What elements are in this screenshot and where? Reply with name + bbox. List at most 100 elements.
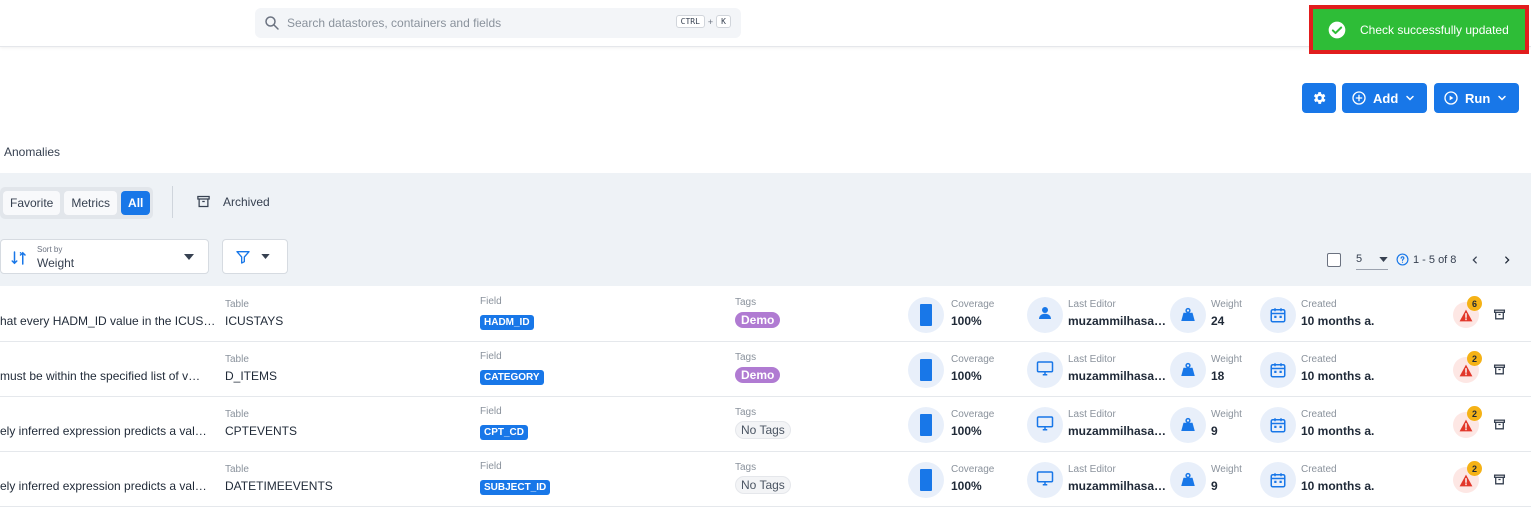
check-circle-icon [1328, 21, 1346, 38]
table-row[interactable]: ely inferred expression predicts a val… … [0, 397, 1531, 452]
check-description: ely inferred expression predicts a val… [0, 479, 207, 493]
weight-header: Weight [1211, 299, 1242, 310]
tag-chip[interactable]: Demo [735, 312, 781, 328]
created-value: 10 months a. [1301, 424, 1375, 438]
editor-value: muzammilhasa… [1068, 369, 1167, 383]
archive-icon[interactable] [1493, 418, 1506, 431]
field-header: Field [480, 296, 502, 307]
coverage-bar-icon [920, 469, 932, 491]
tag-chip[interactable]: No Tags [735, 421, 791, 439]
coverage-header: Coverage [951, 409, 995, 420]
archive-icon [197, 195, 210, 208]
chevron-left-icon[interactable] [1470, 255, 1480, 265]
filter-favorite[interactable]: Favorite [3, 191, 61, 215]
tags-header: Tags [735, 297, 757, 308]
check-description: ely inferred expression predicts a val… [0, 424, 207, 438]
field-tag[interactable]: CATEGORY [480, 370, 544, 385]
weight-value: 9 [1211, 424, 1218, 438]
tag-cell: Demo [735, 366, 781, 384]
global-search[interactable]: CTRL + K [255, 8, 741, 38]
page-range: 1 - 5 of 8 [1413, 253, 1457, 266]
success-toast: Check successfully updated [1313, 9, 1525, 50]
tag-cell: Demo [735, 311, 781, 329]
archived-filter[interactable]: Archived [196, 194, 270, 209]
field-cell: CATEGORY [480, 367, 544, 385]
shortcut-plus: + [707, 16, 714, 27]
coverage-bar-icon [920, 414, 932, 436]
coverage-icon-wrap [908, 462, 944, 498]
editor-value: muzammilhasa… [1068, 479, 1167, 493]
coverage-header: Coverage [951, 354, 995, 365]
help-circle-icon[interactable] [1396, 253, 1409, 266]
per-page-select[interactable]: 5 [1356, 253, 1388, 270]
run-button[interactable]: Run [1434, 83, 1519, 113]
field-cell: HADM_ID [480, 312, 534, 330]
weight-icon-wrap [1170, 352, 1206, 388]
coverage-bar-icon [920, 304, 932, 326]
editor-icon-wrap [1027, 462, 1063, 498]
per-page-value: 5 [1356, 253, 1363, 265]
filter-all[interactable]: All [121, 191, 151, 215]
weight-icon [1181, 417, 1195, 431]
coverage-icon-wrap [908, 297, 944, 333]
pagination: 5 1 - 5 of 8 [1327, 249, 1512, 270]
table-row[interactable]: ely inferred expression predicts a val… … [0, 452, 1531, 507]
created-value: 10 months a. [1301, 479, 1375, 493]
table-row[interactable]: must be within the specified list of v… … [0, 342, 1531, 397]
toast-highlight: Check successfully updated [1309, 5, 1529, 54]
anomalies-count-badge: 2 [1467, 406, 1482, 421]
field-header: Field [480, 461, 502, 472]
tag-chip[interactable]: No Tags [735, 476, 791, 494]
editor-header: Last Editor [1068, 464, 1116, 475]
add-button[interactable]: Add [1342, 83, 1427, 113]
gear-icon [1313, 92, 1326, 104]
table-header: Table [225, 409, 249, 420]
select-all-checkbox[interactable] [1327, 252, 1341, 267]
coverage-bar-icon [920, 359, 932, 381]
tag-cell: No Tags [735, 421, 791, 439]
archive-icon[interactable] [1493, 308, 1506, 321]
editor-icon-wrap [1027, 407, 1063, 443]
archived-label: Archived [223, 194, 270, 209]
field-header: Field [480, 351, 502, 362]
calendar-icon [1270, 308, 1286, 323]
toast-message: Check successfully updated [1360, 22, 1509, 37]
field-tag[interactable]: SUBJECT_ID [480, 480, 551, 495]
search-input[interactable] [287, 16, 667, 30]
archive-icon[interactable] [1493, 473, 1506, 486]
created-header: Created [1301, 409, 1337, 420]
monitor-icon [1036, 469, 1054, 492]
caret-down-icon [261, 254, 270, 259]
check-description: hat every HADM_ID value in the ICUS… [0, 314, 216, 328]
shortcut-key-ctrl: CTRL [675, 15, 705, 28]
created-value: 10 months a. [1301, 314, 1375, 328]
weight-icon [1181, 362, 1195, 376]
calendar-icon [1270, 363, 1286, 378]
settings-button[interactable] [1302, 83, 1336, 113]
tag-chip[interactable]: Demo [735, 367, 781, 383]
sort-value: Weight [37, 256, 75, 270]
created-value: 10 months a. [1301, 369, 1375, 383]
filter-metrics[interactable]: Metrics [64, 191, 118, 215]
chevron-right-icon[interactable] [1502, 255, 1512, 265]
anomalies-count-badge: 2 [1467, 461, 1482, 476]
filter-button[interactable] [222, 239, 288, 274]
created-icon-wrap [1260, 297, 1296, 333]
field-tag[interactable]: HADM_ID [480, 315, 534, 330]
monitor-icon [1036, 414, 1054, 437]
created-icon-wrap [1260, 462, 1296, 498]
shortcut-key-k: K [716, 15, 731, 28]
sort-select[interactable]: Sort by Weight [0, 239, 209, 274]
tab-anomalies[interactable]: Anomalies [4, 145, 60, 159]
field-cell: CPT_CD [480, 422, 529, 440]
funnel-icon [236, 250, 250, 264]
caret-down-icon [184, 254, 194, 260]
table-name: ICUSTAYS [225, 314, 284, 328]
archive-icon[interactable] [1493, 363, 1506, 376]
tags-header: Tags [735, 352, 757, 363]
field-tag[interactable]: CPT_CD [480, 425, 529, 440]
monitor-icon [1036, 359, 1054, 382]
search-icon [265, 16, 279, 30]
table-row[interactable]: hat every HADM_ID value in the ICUS… Tab… [0, 287, 1531, 342]
weight-icon [1181, 472, 1195, 486]
